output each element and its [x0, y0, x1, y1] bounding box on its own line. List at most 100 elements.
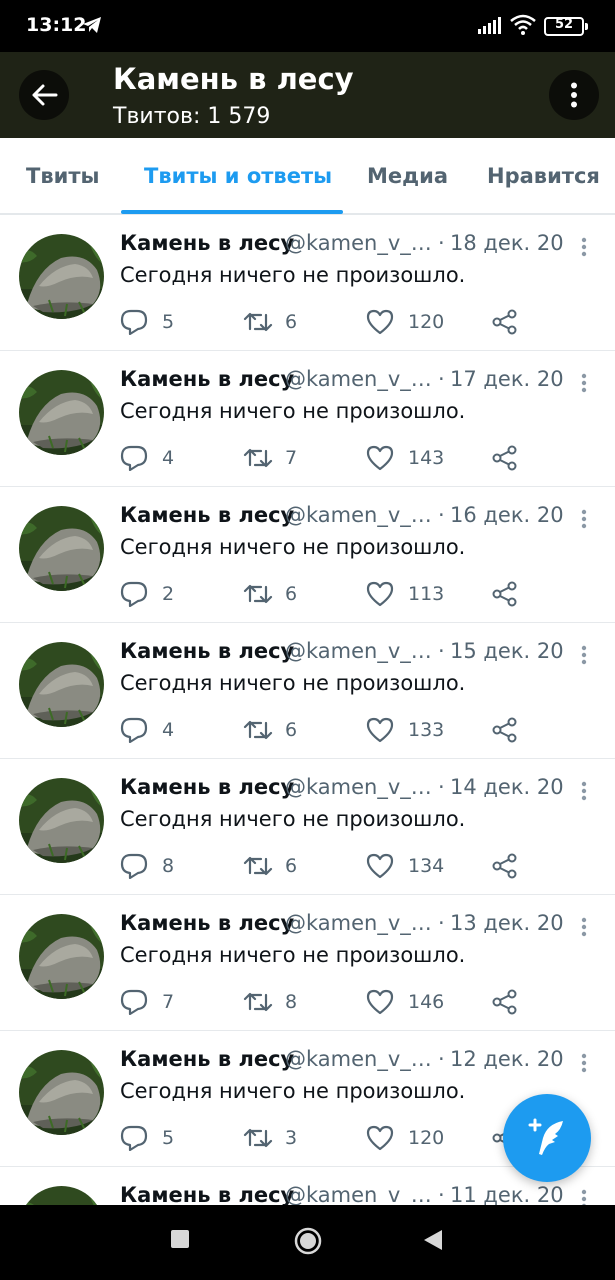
tweet-author[interactable]: Камень в лесу — [120, 911, 294, 935]
share-button[interactable] — [491, 443, 519, 473]
separator-dot: · — [438, 1183, 445, 1205]
reply-button[interactable]: 8 — [120, 851, 174, 881]
tweet[interactable]: Камень в лесу @kamen_v_lesu · 17 дек. 20… — [0, 351, 615, 487]
avatar[interactable] — [19, 234, 104, 319]
tweet-menu-button[interactable] — [574, 779, 594, 803]
tweet-handle[interactable]: @kamen_v_lesu — [285, 367, 433, 391]
tweet-date[interactable]: 15 дек. 20 — [450, 639, 564, 663]
heart-icon — [366, 581, 394, 607]
tweet-header: Камень в лесу @kamen_v_lesu · 16 дек. 20 — [120, 503, 565, 533]
tweet-handle[interactable]: @kamen_v_lesu — [285, 231, 433, 255]
tweet-handle[interactable]: @kamen_v_lesu — [285, 503, 433, 527]
avatar[interactable] — [19, 1186, 104, 1205]
avatar[interactable] — [19, 370, 104, 455]
retweet-icon — [243, 584, 273, 604]
tab-media[interactable]: Медиа — [367, 164, 448, 188]
tweet-author[interactable]: Камень в лесу — [120, 367, 294, 391]
more-vertical-icon — [571, 82, 577, 108]
tweet-menu-button[interactable] — [574, 1187, 594, 1205]
like-button[interactable]: 146 — [366, 987, 444, 1017]
avatar[interactable] — [19, 914, 104, 999]
tweet-date[interactable]: 17 дек. 20 — [450, 367, 564, 391]
tweet-author[interactable]: Камень в лесу — [120, 775, 294, 799]
like-button[interactable]: 120 — [366, 1123, 444, 1153]
tweet-author[interactable]: Камень в лесу — [120, 231, 294, 255]
reply-button[interactable]: 5 — [120, 307, 174, 337]
avatar[interactable] — [19, 506, 104, 591]
like-button[interactable]: 143 — [366, 443, 444, 473]
tweet-menu-button[interactable] — [574, 235, 594, 259]
tweet-author[interactable]: Камень в лесу — [120, 639, 294, 663]
heart-icon — [366, 989, 394, 1015]
tab-likes[interactable]: Нравится — [487, 164, 600, 188]
tweet-menu-button[interactable] — [574, 507, 594, 531]
more-options-button[interactable] — [549, 70, 599, 120]
tweet-date[interactable]: 11 дек. 20 — [450, 1183, 564, 1205]
share-button[interactable] — [491, 579, 519, 609]
like-count: 113 — [408, 583, 445, 605]
tweet-menu-button[interactable] — [574, 1051, 594, 1075]
tweet-handle[interactable]: @kamen_v_lesu — [285, 775, 433, 799]
reply-button[interactable]: 7 — [120, 987, 174, 1017]
tweet[interactable]: Камень в лесу @kamen_v_lesu · 16 дек. 20… — [0, 487, 615, 623]
tab-tweets-and-replies[interactable]: Твиты и ответы — [144, 164, 332, 188]
tweet[interactable]: Камень в лесу @kamen_v_lesu · 15 дек. 20… — [0, 623, 615, 759]
retweet-button[interactable]: 8 — [243, 987, 297, 1017]
tweet-handle[interactable]: @kamen_v_lesu — [285, 639, 433, 663]
compose-tweet-icon — [528, 1118, 563, 1155]
retweet-button[interactable]: 6 — [243, 307, 297, 337]
tweet[interactable]: Камень в лесу @kamen_v_lesu · 14 дек. 20… — [0, 759, 615, 895]
like-button[interactable]: 113 — [366, 579, 444, 609]
tweet-author[interactable]: Камень в лесу — [120, 503, 294, 527]
reply-button[interactable]: 2 — [120, 579, 174, 609]
retweet-button[interactable]: 6 — [243, 579, 297, 609]
tweet-handle[interactable]: @kamen_v_lesu — [285, 1183, 433, 1205]
avatar[interactable] — [19, 642, 104, 727]
reply-button[interactable]: 5 — [120, 1123, 174, 1153]
retweet-button[interactable]: 3 — [243, 1123, 297, 1153]
recents-icon[interactable] — [171, 1230, 189, 1248]
retweet-icon — [243, 856, 273, 876]
tweet[interactable]: Камень в лесу @kamen_v_lesu · 18 дек. 20… — [0, 215, 615, 351]
share-icon — [492, 989, 517, 1015]
tweet-handle[interactable]: @kamen_v_lesu — [285, 911, 433, 935]
retweet-button[interactable]: 6 — [243, 851, 297, 881]
tweet-menu-button[interactable] — [574, 371, 594, 395]
tweet-author[interactable]: Камень в лесу — [120, 1047, 294, 1071]
avatar[interactable] — [19, 778, 104, 863]
reply-count: 4 — [162, 719, 175, 741]
tweet[interactable]: Камень в лесу @kamen_v_lesu · 13 дек. 20… — [0, 895, 615, 1031]
reply-button[interactable]: 4 — [120, 443, 174, 473]
tweet-date[interactable]: 13 дек. 20 — [450, 911, 564, 935]
like-button[interactable]: 134 — [366, 851, 444, 881]
tweet-date[interactable]: 18 дек. 20 — [450, 231, 564, 255]
like-button[interactable]: 133 — [366, 715, 444, 745]
tweet-date[interactable]: 16 дек. 20 — [450, 503, 564, 527]
tab-tweets[interactable]: Твиты — [26, 164, 100, 188]
reply-count: 7 — [162, 991, 175, 1013]
retweet-button[interactable]: 6 — [243, 715, 297, 745]
tweet-handle[interactable]: @kamen_v_lesu — [285, 1047, 433, 1071]
battery-indicator: 52 — [544, 17, 588, 36]
tweet-date[interactable]: 14 дек. 20 — [450, 775, 564, 799]
status-time: 13:12 — [26, 14, 87, 36]
timeline[interactable]: Камень в лесу @kamen_v_lesu · 18 дек. 20… — [0, 215, 615, 1205]
avatar[interactable] — [19, 1050, 104, 1135]
compose-tweet-button[interactable] — [503, 1094, 591, 1182]
back-nav-icon[interactable] — [424, 1230, 442, 1250]
share-button[interactable] — [491, 715, 519, 745]
share-icon — [492, 309, 517, 335]
share-button[interactable] — [491, 307, 519, 337]
retweet-button[interactable]: 7 — [243, 443, 297, 473]
more-vertical-icon — [581, 645, 587, 665]
back-button[interactable] — [19, 70, 69, 120]
share-button[interactable] — [491, 987, 519, 1017]
tweet-menu-button[interactable] — [574, 643, 594, 667]
tweet-author[interactable]: Камень в лесу — [120, 1183, 294, 1205]
home-icon[interactable] — [294, 1227, 322, 1255]
tweet-menu-button[interactable] — [574, 915, 594, 939]
tweet-date[interactable]: 12 дек. 20 — [450, 1047, 564, 1071]
reply-button[interactable]: 4 — [120, 715, 174, 745]
like-button[interactable]: 120 — [366, 307, 444, 337]
share-button[interactable] — [491, 851, 519, 881]
